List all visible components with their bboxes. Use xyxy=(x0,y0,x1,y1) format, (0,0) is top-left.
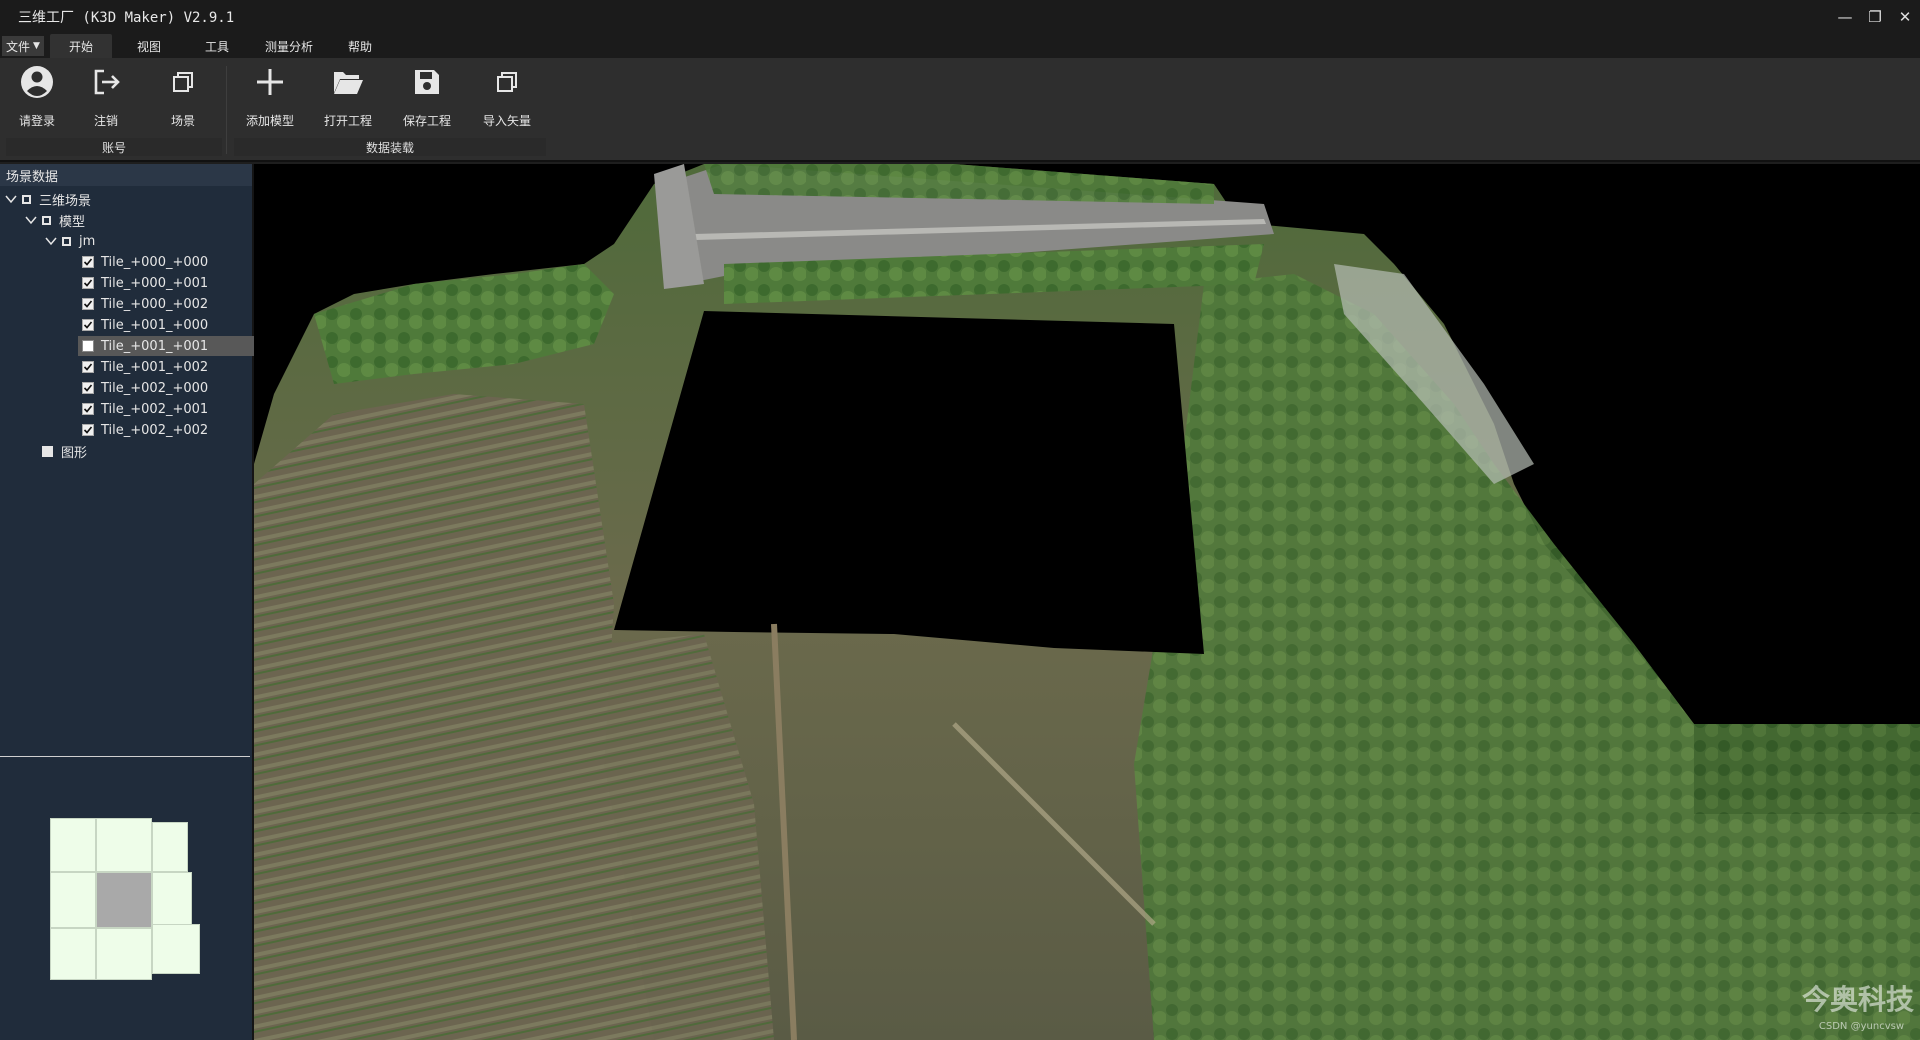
tab-start[interactable]: 开始 xyxy=(50,34,112,58)
copy-icon xyxy=(165,62,201,102)
tristate-checkbox[interactable] xyxy=(62,236,71,246)
checkbox[interactable] xyxy=(82,277,94,289)
panel-divider xyxy=(0,756,250,757)
tree-node-tile[interactable]: Tile_+000_+000 xyxy=(82,252,252,272)
tree-node-tile[interactable]: Tile_+002_+002 xyxy=(82,420,252,440)
add-model-button[interactable]: 添加模型 xyxy=(235,62,305,134)
tree-label: Tile_+001_+002 xyxy=(101,359,209,375)
tristate-checkbox[interactable] xyxy=(22,194,31,204)
tab-view[interactable]: 视图 xyxy=(120,34,178,58)
minimap-tile[interactable] xyxy=(96,818,152,872)
tree-label: Tile_+000_+000 xyxy=(101,254,209,270)
tab-help[interactable]: 帮助 xyxy=(330,34,390,58)
save-project-label: 保存工程 xyxy=(402,114,451,128)
tree-node-tile[interactable]: Tile_+000_+002 xyxy=(82,294,252,314)
watermark-credit: CSDN @yuncvsw xyxy=(1818,1021,1904,1032)
tree-label: Tile_+002_+000 xyxy=(101,380,209,396)
tree-node-tile[interactable]: Tile_+001_+000 xyxy=(82,315,252,335)
minimap-tile[interactable] xyxy=(152,924,200,974)
add-model-label: 添加模型 xyxy=(245,114,294,128)
minimap-tile[interactable] xyxy=(96,928,152,980)
restore-button[interactable]: ❐ xyxy=(1860,0,1890,34)
scene-data-panel: 场景数据 三维场景 模型 jm Tile_+000_+000 Tile_+000… xyxy=(0,164,254,1040)
minimap-tile-hidden[interactable] xyxy=(96,872,152,928)
open-project-label: 打开工程 xyxy=(323,114,372,128)
logout-label: 注销 xyxy=(93,114,118,128)
chevron-down-icon[interactable] xyxy=(44,234,58,248)
scene-label: 场景 xyxy=(170,114,195,128)
save-project-button[interactable]: 保存工程 xyxy=(392,62,462,134)
import-vector-label: 导入矢量 xyxy=(482,114,531,128)
tree-node-tile[interactable]: Tile_+002_+000 xyxy=(82,378,252,398)
group-separator xyxy=(226,66,227,154)
minimap-tile[interactable] xyxy=(152,872,192,928)
title-bar: 三维工厂 (K3D Maker) V2.9.1 — ❐ ✕ xyxy=(0,0,1920,34)
window-controls: — ❐ ✕ xyxy=(1830,0,1920,34)
minimize-button[interactable]: — xyxy=(1830,0,1860,34)
chevron-down-icon[interactable] xyxy=(24,213,38,227)
checkbox[interactable] xyxy=(82,403,94,415)
login-label: 请登录 xyxy=(18,114,55,128)
tree-node-scene[interactable]: 三维场景 xyxy=(4,189,91,209)
ribbon-toolbar: 请登录 注销 场景 添加模型 打开工程 保存工程 导入矢量 账号 数据装载 xyxy=(0,58,1920,162)
tristate-checkbox[interactable] xyxy=(42,215,51,225)
login-button[interactable]: 请登录 xyxy=(2,62,72,134)
group-data-loading: 数据装载 xyxy=(234,138,546,156)
open-project-button[interactable]: 打开工程 xyxy=(313,62,383,134)
minimap-tile[interactable] xyxy=(50,928,96,980)
tree-node-tile-selected[interactable]: Tile_+001_+001 xyxy=(78,336,254,356)
tree-label: Tile_+001_+000 xyxy=(101,317,209,333)
tab-tools[interactable]: 工具 xyxy=(186,34,248,58)
tile-minimap xyxy=(50,818,200,982)
file-menu-label: 文件 xyxy=(6,39,31,54)
checkbox[interactable] xyxy=(82,298,94,310)
checkbox[interactable] xyxy=(82,256,94,268)
logout-icon xyxy=(88,62,124,102)
minimap-tile[interactable] xyxy=(50,818,96,872)
user-icon xyxy=(19,62,55,102)
save-icon xyxy=(409,62,445,102)
logout-button[interactable]: 注销 xyxy=(71,62,141,134)
tree-label: jm xyxy=(79,233,96,249)
checkbox[interactable] xyxy=(82,424,94,436)
file-menu[interactable]: 文件 ▼ xyxy=(2,36,44,56)
tree-label: 模型 xyxy=(59,214,86,230)
minimap-tile[interactable] xyxy=(50,872,96,928)
tree-node-jm[interactable]: jm xyxy=(44,231,95,251)
tree-node-model[interactable]: 模型 xyxy=(24,210,85,230)
checkbox[interactable] xyxy=(82,319,94,331)
tab-measure[interactable]: 测量分析 xyxy=(256,34,322,58)
checkbox[interactable] xyxy=(82,382,94,394)
copy-icon xyxy=(489,62,525,102)
tree-node-tile[interactable]: Tile_+000_+001 xyxy=(82,273,252,293)
minimap-tile[interactable] xyxy=(152,822,188,872)
menu-bar: 文件 ▼ 开始 视图 工具 测量分析 帮助 xyxy=(0,34,1920,58)
tree-label: Tile_+002_+001 xyxy=(101,401,209,417)
3d-viewport[interactable]: 今奥科技 CSDN @yuncvsw xyxy=(254,164,1920,1040)
checkbox[interactable] xyxy=(82,361,94,373)
tree-node-tile[interactable]: Tile_+001_+002 xyxy=(82,357,252,377)
watermark-brand: 今奥科技 xyxy=(1801,983,1914,1016)
tree-node-tile[interactable]: Tile_+002_+001 xyxy=(82,399,252,419)
checkbox[interactable] xyxy=(82,340,94,352)
scene-button[interactable]: 场景 xyxy=(148,62,218,134)
chevron-down-icon[interactable] xyxy=(4,192,18,206)
folder-open-icon xyxy=(330,62,366,102)
close-button[interactable]: ✕ xyxy=(1890,0,1920,34)
import-vector-button[interactable]: 导入矢量 xyxy=(472,62,542,134)
tree-label: 三维场景 xyxy=(39,193,92,209)
terrain-model-render[interactable] xyxy=(254,164,1920,1040)
plus-icon xyxy=(252,62,288,102)
panel-title: 场景数据 xyxy=(0,164,252,186)
app-title: 三维工厂 (K3D Maker) V2.9.1 xyxy=(18,10,235,26)
chevron-down-icon: ▼ xyxy=(33,41,40,51)
tree-label: Tile_+000_+002 xyxy=(101,296,209,312)
tree-label: Tile_+000_+001 xyxy=(101,275,209,291)
group-account: 账号 xyxy=(6,138,222,156)
tree-label: Tile_+001_+001 xyxy=(101,338,209,354)
tree-node-shapes[interactable]: 图形 xyxy=(42,441,87,461)
tree-label: 图形 xyxy=(61,445,88,461)
tree-label: Tile_+002_+002 xyxy=(101,422,209,438)
checkbox[interactable] xyxy=(42,445,53,457)
